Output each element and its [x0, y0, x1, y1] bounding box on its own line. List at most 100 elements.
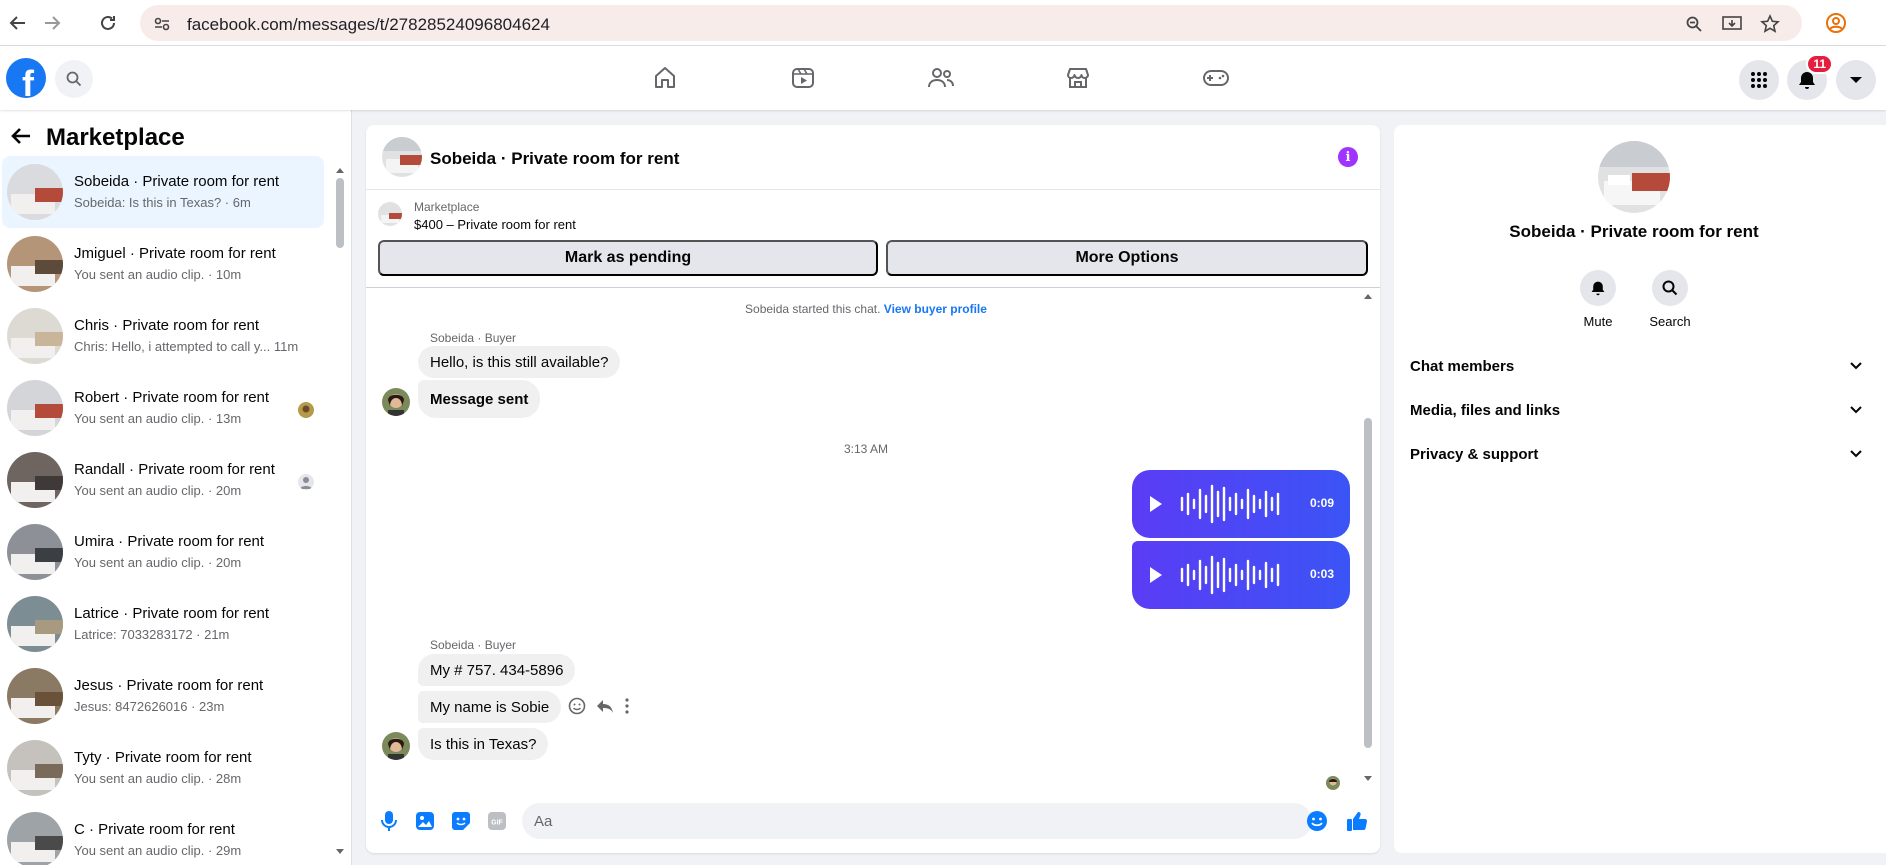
- home-icon[interactable]: [645, 46, 685, 110]
- chat-avatar[interactable]: [382, 137, 422, 177]
- conversation-item[interactable]: Tyty · Private room for rent You sent an …: [2, 732, 324, 804]
- gaming-icon[interactable]: [1196, 46, 1236, 110]
- audio-waveform[interactable]: [1178, 482, 1288, 526]
- scroll-up-arrow-icon[interactable]: [1363, 292, 1373, 300]
- incoming-message[interactable]: My name is Sobie: [418, 691, 562, 723]
- audio-message[interactable]: 0:09: [1132, 470, 1350, 538]
- scrollbar-thumb[interactable]: [336, 178, 344, 248]
- image-icon[interactable]: [414, 810, 436, 832]
- conversation-preview: Chris: Hello, i attempted to call y... 1…: [74, 339, 299, 354]
- marketplace-listing-bar: Marketplace $400 – Private room for rent…: [366, 190, 1380, 288]
- conversation-name: Jmiguel · Private room for rent: [74, 245, 276, 262]
- message-hover-actions: [568, 697, 630, 720]
- scrollbar-thumb[interactable]: [1364, 418, 1372, 748]
- conversation-item[interactable]: Latrice · Private room for rent Latrice: …: [2, 588, 324, 660]
- gif-icon[interactable]: GIF: [486, 810, 508, 832]
- mark-as-pending-button[interactable]: Mark as pending: [378, 240, 878, 276]
- microphone-icon[interactable]: [378, 810, 400, 832]
- react-emoji-icon[interactable]: [568, 697, 586, 720]
- incoming-message[interactable]: My # 757. 434-5896: [418, 654, 576, 686]
- notifications-button[interactable]: 11: [1787, 54, 1833, 100]
- buyer-avatar[interactable]: [382, 732, 410, 760]
- chevron-down-icon: [1850, 406, 1862, 414]
- conversation-item[interactable]: Sobeida · Private room for rent Sobeida: …: [2, 156, 324, 228]
- conversation-item[interactable]: Umira · Private room for rent You sent an…: [2, 516, 324, 588]
- play-icon[interactable]: [1150, 496, 1162, 512]
- facebook-logo-icon[interactable]: f: [6, 58, 46, 98]
- marketplace-icon[interactable]: [1058, 46, 1098, 110]
- chevron-down-icon: [1850, 450, 1862, 458]
- incoming-message[interactable]: Is this in Texas?: [418, 728, 549, 760]
- search-icon[interactable]: [55, 60, 93, 98]
- conversation-name: Randall · Private room for rent: [74, 461, 275, 478]
- chat-scrollbar[interactable]: [1362, 288, 1374, 788]
- audio-message[interactable]: 0:03: [1132, 541, 1350, 609]
- profile-icon[interactable]: [1824, 11, 1848, 35]
- reply-icon[interactable]: [596, 697, 614, 720]
- back-arrow-icon[interactable]: [6, 11, 30, 35]
- conversation-item[interactable]: Randall · Private room for rent You sent …: [2, 444, 324, 516]
- address-bar[interactable]: facebook.com/messages/t/2782852409680462…: [140, 5, 1802, 41]
- conversation-preview: Latrice: 7033283172 · 21m: [74, 627, 230, 642]
- conversation-thumbnail: [7, 668, 63, 724]
- conversation-thumbnail: [7, 812, 63, 865]
- bookmark-star-icon[interactable]: [1760, 14, 1780, 34]
- search-label: Search: [1649, 314, 1691, 329]
- listing-title[interactable]: $400 – Private room for rent: [414, 217, 576, 232]
- conversation-thumbnail: [7, 524, 63, 580]
- buyer-avatar[interactable]: [382, 388, 410, 416]
- account-menu-button[interactable]: [1836, 60, 1876, 100]
- chevron-down-icon: [1850, 77, 1862, 83]
- sidebar-scrollbar[interactable]: [336, 166, 344, 856]
- incoming-message[interactable]: Hello, is this still available?: [418, 346, 621, 378]
- chat-members-section[interactable]: Chat members: [1410, 344, 1862, 388]
- conversation-preview: Jesus: 8472626016 · 23m: [74, 699, 225, 714]
- more-options-icon[interactable]: [624, 697, 630, 720]
- contact-avatar[interactable]: [1598, 141, 1670, 213]
- back-arrow-icon[interactable]: [10, 126, 32, 151]
- friends-icon[interactable]: [921, 46, 961, 110]
- conversation-item[interactable]: C · Private room for rent You sent an aud…: [2, 804, 324, 865]
- menu-grid-icon[interactable]: [1739, 60, 1779, 100]
- message-input[interactable]: [522, 803, 1312, 839]
- thumbs-up-icon[interactable]: [1346, 810, 1368, 832]
- forward-arrow-icon[interactable]: [40, 11, 64, 35]
- emoji-icon[interactable]: [1306, 810, 1328, 832]
- info-icon[interactable]: i: [1338, 147, 1358, 167]
- reload-icon[interactable]: [96, 11, 120, 35]
- conversation-item[interactable]: Robert · Private room for rent You sent a…: [2, 372, 324, 444]
- conversation-name: Sobeida · Private room for rent: [74, 173, 280, 190]
- message-timestamp: 3:13 AM: [843, 442, 889, 456]
- scroll-up-arrow-icon[interactable]: [335, 166, 345, 174]
- conversation-thumbnail: [7, 596, 63, 652]
- conversation-item[interactable]: Jesus · Private room for rent Jesus: 8472…: [2, 660, 324, 732]
- scroll-down-arrow-icon[interactable]: [335, 848, 345, 856]
- site-settings-icon[interactable]: [152, 14, 172, 34]
- mute-button[interactable]: Mute: [1568, 270, 1628, 329]
- media-files-links-section[interactable]: Media, files and links: [1410, 388, 1862, 432]
- incoming-message[interactable]: Message sent: [418, 380, 541, 418]
- conversation-thumbnail: [7, 308, 63, 364]
- audio-duration: 0:03: [1309, 567, 1334, 581]
- more-options-button[interactable]: More Options: [886, 240, 1368, 276]
- conversation-preview: You sent an audio clip. · 13m: [74, 411, 242, 426]
- play-icon[interactable]: [1150, 567, 1162, 583]
- privacy-support-section[interactable]: Privacy & support: [1410, 432, 1862, 476]
- listing-thumbnail[interactable]: [378, 202, 402, 226]
- zoom-icon[interactable]: [1684, 14, 1704, 34]
- sticker-icon[interactable]: [450, 810, 472, 832]
- conversation-item[interactable]: Jmiguel · Private room for rent You sent …: [2, 228, 324, 300]
- search-in-conversation-button[interactable]: Search: [1640, 270, 1700, 329]
- view-buyer-profile-link[interactable]: View buyer profile: [884, 302, 987, 316]
- scroll-down-arrow-icon[interactable]: [1363, 775, 1373, 783]
- conversation-preview: You sent an audio clip. · 20m: [74, 555, 242, 570]
- conversation-name: Chris · Private room for rent: [74, 317, 260, 334]
- install-app-icon[interactable]: [1722, 14, 1742, 34]
- video-icon[interactable]: [783, 46, 823, 110]
- conversation-preview: Sobeida: Is this in Texas? · 6m: [74, 195, 251, 210]
- conversation-name: Robert · Private room for rent: [74, 389, 270, 406]
- conversation-item[interactable]: Chris · Private room for rent Chris: Hell…: [2, 300, 324, 372]
- chat-title[interactable]: Sobeida · Private room for rent: [430, 149, 679, 169]
- search-icon: [1652, 270, 1688, 306]
- audio-waveform[interactable]: [1178, 553, 1288, 597]
